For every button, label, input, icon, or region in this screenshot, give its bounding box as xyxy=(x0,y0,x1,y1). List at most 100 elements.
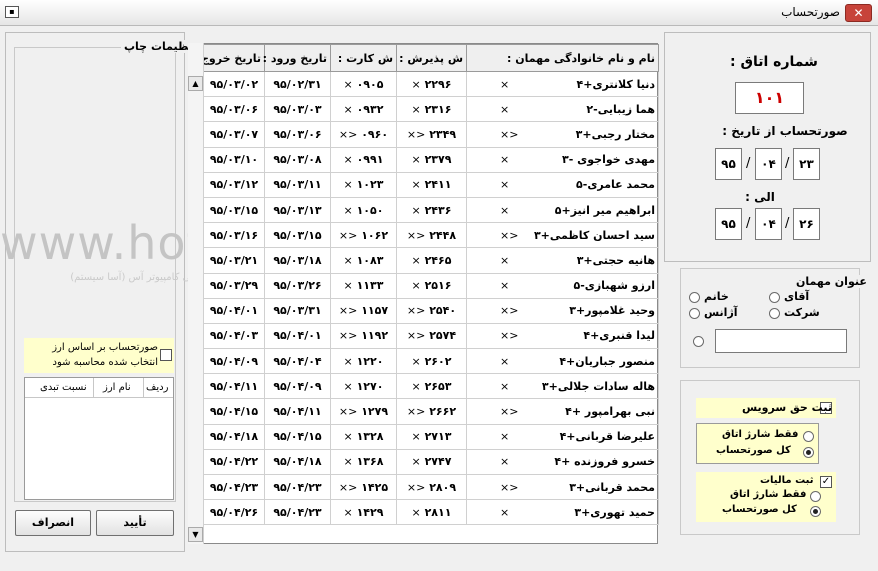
exit-date-cell[interactable]: ۹۵/۰۴/۲۲ xyxy=(203,448,265,476)
entry-date-cell[interactable]: ۹۵/۰۳/۱۵ xyxy=(264,222,331,249)
entry-date-cell[interactable]: ۹۵/۰۳/۰۳ xyxy=(264,96,331,123)
card-cell[interactable]: ۱۱۵۷ <× xyxy=(330,297,397,324)
card-cell[interactable]: ۱۲۷۰ × xyxy=(330,373,397,400)
guest-name-cell[interactable]: ارزو شهبازی-۵ × xyxy=(466,272,659,299)
card-cell[interactable]: ۱۰۸۳ × xyxy=(330,247,397,274)
guest-name-cell[interactable]: مهدی خواجوی -۳ × xyxy=(466,146,659,173)
guest-name-cell[interactable]: محمد قربانی+۳ <× xyxy=(466,473,659,501)
title-mr-radio[interactable] xyxy=(769,292,780,303)
entry-date-cell[interactable]: ۹۵/۰۳/۳۱ xyxy=(264,297,331,324)
reception-cell[interactable]: ۲۳۱۶ × xyxy=(396,96,467,123)
exit-date-cell[interactable]: ۹۵/۰۳/۰۶ xyxy=(203,96,265,123)
date-from-day[interactable]: ۲۳ xyxy=(793,148,820,180)
reception-cell[interactable]: ۲۵۴۰ <× xyxy=(396,297,467,324)
reception-cell[interactable]: ۲۶۵۳ × xyxy=(396,373,467,400)
table-row[interactable]: ابراهیم میر انیز+۵ × ۲۴۳۶ × ۱۰۵۰ × ۹۵/۰۳/۱۳… xyxy=(203,196,659,224)
title-company-radio[interactable] xyxy=(769,308,780,319)
exit-date-cell[interactable]: ۹۵/۰۳/۱۲ xyxy=(203,171,265,198)
entry-date-cell[interactable]: ۹۵/۰۳/۰۸ xyxy=(264,146,331,173)
table-row[interactable]: هاله سادات جلالی+۳ × ۲۶۵۳ × ۱۲۷۰ × ۹۵/۰۴/۰۹… xyxy=(203,373,659,400)
reception-cell[interactable]: ۲۲۹۶ × xyxy=(396,70,467,98)
card-cell[interactable]: ۱۳۲۸ × xyxy=(330,423,397,450)
table-row[interactable]: هانیه حجتی+۳ × ۲۴۶۵ × ۱۰۸۳ × ۹۵/۰۳/۱۸ ۹۵/۰۳/… xyxy=(203,247,659,274)
close-button[interactable]: ✕ xyxy=(845,4,872,22)
grid-scrollbar[interactable]: ▲ ▼ xyxy=(188,43,204,544)
table-row[interactable]: مختار رجبی+۳ <× ۲۳۴۹ <× ۰۹۶۰ <× ۹۵/۰۳/۰۶ ۹۵/… xyxy=(203,121,659,148)
exit-date-cell[interactable]: ۹۵/۰۴/۱۸ xyxy=(203,423,265,450)
guest-name-cell[interactable]: هانیه حجتی+۳ × xyxy=(466,247,659,274)
table-row[interactable]: وحید غلامپور+۳ <× ۲۵۴۰ <× ۱۱۵۷ <× ۹۵/۰۳/۳۱ ۹… xyxy=(203,297,659,324)
card-cell[interactable]: ۱۰۵۰ × xyxy=(330,196,397,224)
reception-cell[interactable]: ۲۳۴۹ <× xyxy=(396,121,467,148)
reception-cell[interactable]: ۲۸۰۹ <× xyxy=(396,473,467,501)
table-row[interactable]: دنیا کلانتری+۴ × ۲۲۹۶ × ۰۹۰۵ × ۹۵/۰۲/۳۱ ۹۵/۰… xyxy=(203,70,659,98)
exit-date-cell[interactable]: ۹۵/۰۴/۲۶ xyxy=(203,499,265,526)
guest-name-cell[interactable]: خسرو فروزنده +۴ × xyxy=(466,448,659,476)
room-number[interactable]: ۱۰۱ xyxy=(735,82,804,114)
table-row[interactable]: لیدا قنبری+۴ <× ۲۵۷۴ <× ۱۱۹۲ <× ۹۵/۰۴/۰۱ ۹۵/… xyxy=(203,322,659,350)
guest-name-cell[interactable]: نبی بهرامپور +۴ <× xyxy=(466,398,659,425)
reception-cell[interactable]: ۲۳۷۹ × xyxy=(396,146,467,173)
exit-date-cell[interactable]: ۹۵/۰۳/۲۹ xyxy=(203,272,265,299)
tax-total-radio[interactable] xyxy=(810,506,821,517)
card-cell[interactable]: ۰۹۹۱ × xyxy=(330,146,397,173)
card-cell[interactable]: ۱۴۲۵ <× xyxy=(330,473,397,501)
date-to-day[interactable]: ۲۶ xyxy=(793,208,820,240)
entry-date-cell[interactable]: ۹۵/۰۴/۰۱ xyxy=(264,322,331,350)
entry-date-cell[interactable]: ۹۵/۰۳/۱۳ xyxy=(264,196,331,224)
exit-date-cell[interactable]: ۹۵/۰۴/۰۹ xyxy=(203,348,265,375)
exit-date-cell[interactable]: ۹۵/۰۴/۱۱ xyxy=(203,373,265,400)
card-cell[interactable]: ۱۱۳۳ × xyxy=(330,272,397,299)
card-cell[interactable]: ۰۹۳۲ × xyxy=(330,96,397,123)
guest-name-cell[interactable]: دنیا کلانتری+۴ × xyxy=(466,70,659,98)
entry-date-cell[interactable]: ۹۵/۰۴/۲۳ xyxy=(264,499,331,526)
reception-cell[interactable]: ۲۴۱۱ × xyxy=(396,171,467,198)
currency-checkbox[interactable] xyxy=(160,349,172,361)
reception-cell[interactable]: ۲۷۴۷ × xyxy=(396,448,467,476)
service-total-radio[interactable] xyxy=(803,447,814,458)
title-custom-input[interactable] xyxy=(715,329,847,353)
card-cell[interactable]: ۱۲۷۹ <× xyxy=(330,398,397,425)
date-from-year[interactable]: ۹۵ xyxy=(715,148,742,180)
col-guest-name[interactable]: نام و نام خانوادگی مهمان : xyxy=(466,44,659,72)
title-custom-radio[interactable] xyxy=(693,336,704,347)
guest-name-cell[interactable]: منصور جباریان+۴ × xyxy=(466,348,659,375)
entry-date-cell[interactable]: ۹۵/۰۳/۰۶ xyxy=(264,121,331,148)
exit-date-cell[interactable]: ۹۵/۰۴/۰۱ xyxy=(203,297,265,324)
reception-cell[interactable]: ۲۶۰۲ × xyxy=(396,348,467,375)
reception-cell[interactable]: ۲۴۴۸ <× xyxy=(396,222,467,249)
guest-name-cell[interactable]: لیدا قنبری+۴ <× xyxy=(466,322,659,350)
tax-checkbox[interactable]: ✓ xyxy=(820,476,832,488)
exit-date-cell[interactable]: ۹۵/۰۴/۲۳ xyxy=(203,473,265,501)
card-cell[interactable]: ۰۹۰۵ × xyxy=(330,70,397,98)
entry-date-cell[interactable]: ۹۵/۰۲/۳۱ xyxy=(264,70,331,98)
entry-date-cell[interactable]: ۹۵/۰۴/۲۳ xyxy=(264,473,331,501)
service-room-radio[interactable] xyxy=(803,431,814,442)
reception-cell[interactable]: ۲۸۱۱ × xyxy=(396,499,467,526)
scroll-up-icon[interactable]: ▲ xyxy=(188,76,203,91)
col-reception-no[interactable]: ش پذیرش : xyxy=(396,44,467,72)
title-mrs-radio[interactable] xyxy=(689,292,700,303)
card-cell[interactable]: ۱۰۶۲ <× xyxy=(330,222,397,249)
col-exit-date[interactable]: تاریخ خروج : xyxy=(193,44,265,72)
tax-room-radio[interactable] xyxy=(810,491,821,502)
card-cell[interactable]: ۱۰۲۳ × xyxy=(330,171,397,198)
table-row[interactable]: سید احسان کاظمی+۳ <× ۲۴۴۸ <× ۱۰۶۲ <× ۹۵/۰۳/… xyxy=(203,222,659,249)
date-to-year[interactable]: ۹۵ xyxy=(715,208,742,240)
table-row[interactable]: مهدی خواجوی -۳ × ۲۳۷۹ × ۰۹۹۱ × ۹۵/۰۳/۰۸ ۹۵/۰… xyxy=(203,146,659,173)
table-row[interactable]: هما زیبایی-۲ × ۲۳۱۶ × ۰۹۳۲ × ۹۵/۰۳/۰۳ ۹۵/۰۳/… xyxy=(203,96,659,123)
exit-date-cell[interactable]: ۹۵/۰۴/۰۳ xyxy=(203,322,265,350)
table-row[interactable]: منصور جباریان+۴ × ۲۶۰۲ × ۱۲۲۰ × ۹۵/۰۴/۰۴ ۹۵/… xyxy=(203,348,659,375)
card-cell[interactable]: ۱۲۲۰ × xyxy=(330,348,397,375)
guest-name-cell[interactable]: هما زیبایی-۲ × xyxy=(466,96,659,123)
entry-date-cell[interactable]: ۹۵/۰۴/۱۵ xyxy=(264,423,331,450)
entry-date-cell[interactable]: ۹۵/۰۴/۱۱ xyxy=(264,398,331,425)
table-row[interactable]: حمید تهوری+۳ × ۲۸۱۱ × ۱۴۲۹ × ۹۵/۰۴/۲۳ ۹۵/۰۴/… xyxy=(203,499,659,526)
reception-cell[interactable]: ۲۶۶۲ <× xyxy=(396,398,467,425)
exit-date-cell[interactable]: ۹۵/۰۳/۱۶ xyxy=(203,222,265,249)
exit-date-cell[interactable]: ۹۵/۰۳/۱۰ xyxy=(203,146,265,173)
entry-date-cell[interactable]: ۹۵/۰۳/۱۱ xyxy=(264,171,331,198)
card-cell[interactable]: ۰۹۶۰ <× xyxy=(330,121,397,148)
title-agency-radio[interactable] xyxy=(689,308,700,319)
date-from-month[interactable]: ۰۴ xyxy=(755,148,782,180)
